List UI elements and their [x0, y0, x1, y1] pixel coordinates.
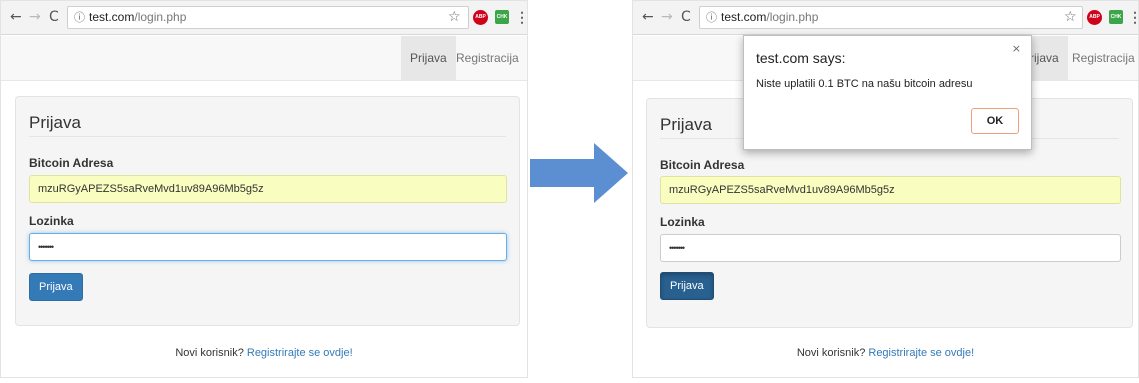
browser-toolbar: ← → C ⓘ test.com/login.php ☆ ABP CHK ⋮: [1, 1, 527, 35]
address-label: Bitcoin Adresa: [660, 158, 745, 172]
reload-icon[interactable]: C: [49, 9, 59, 25]
close-icon[interactable]: ×: [1012, 42, 1021, 55]
transition-arrow-icon: [530, 143, 628, 203]
register-link[interactable]: Registrirajte se ovdje!: [868, 347, 974, 359]
alert-message: Niste uplatili 0.1 BTC na našu bitcoin a…: [756, 78, 973, 90]
register-link[interactable]: Registrirajte se ovdje!: [247, 347, 353, 359]
password-label: Lozinka: [29, 214, 74, 228]
extension-icon[interactable]: CHK: [495, 10, 509, 24]
info-icon[interactable]: ⓘ: [706, 11, 717, 24]
bitcoin-address-input[interactable]: mzuRGyAPEZS5saRveMvd1uv89A96Mb5g5z: [660, 176, 1121, 204]
panel-title: Prijava: [29, 113, 506, 137]
alert-dialog: test.com says: × Niste uplatili 0.1 BTC …: [743, 35, 1032, 150]
back-arrow-icon[interactable]: ←: [10, 9, 22, 25]
star-icon[interactable]: ☆: [448, 9, 461, 25]
url-path: /login.php: [134, 10, 187, 24]
footer-register-prompt: Novi korisnik? Registrirajte se ovdje!: [633, 347, 1138, 359]
bitcoin-address-input[interactable]: mzuRGyAPEZS5saRveMvd1uv89A96Mb5g5z: [29, 175, 507, 203]
reload-icon[interactable]: C: [681, 9, 691, 25]
info-icon[interactable]: ⓘ: [74, 11, 85, 24]
right-browser-window: ← → C ⓘtest.com/login.php ☆ ABP CHK ⋮ ri…: [632, 0, 1139, 378]
address-bar[interactable]: ⓘ test.com/login.php: [67, 6, 469, 29]
address-label: Bitcoin Adresa: [29, 156, 114, 170]
extension-icon[interactable]: CHK: [1109, 10, 1123, 24]
browser-toolbar: ← → C ⓘ test.com/login.php ☆ ABP CHK ⋮: [633, 1, 1138, 35]
url-path: /login.php: [766, 10, 819, 24]
password-input[interactable]: •••••••: [29, 233, 507, 261]
url-host: test.com: [721, 10, 767, 24]
password-input[interactable]: •••••••: [660, 234, 1121, 262]
forward-arrow-icon[interactable]: →: [29, 9, 41, 25]
address-bar[interactable]: ⓘ test.com/login.php: [699, 6, 1083, 29]
footer-text: Novi korisnik?: [796, 347, 866, 359]
login-submit-button[interactable]: Prijava: [660, 272, 714, 300]
kebab-menu-icon[interactable]: ⋮: [1128, 9, 1138, 25]
password-label: Lozinka: [660, 215, 705, 229]
kebab-menu-icon[interactable]: ⋮: [515, 9, 527, 25]
adblock-icon[interactable]: ABP: [1087, 10, 1102, 25]
footer-text: Novi korisnik?: [175, 347, 244, 359]
login-submit-button[interactable]: Prijava: [29, 273, 83, 301]
back-arrow-icon[interactable]: ←: [642, 9, 654, 25]
alert-ok-button[interactable]: OK: [971, 108, 1019, 134]
left-browser-window: ← → C ⓘ test.com/login.php ☆ ABP CHK ⋮ Pr…: [0, 0, 528, 378]
site-navbar: Prijava Registracija: [1, 36, 527, 81]
forward-arrow-icon[interactable]: →: [661, 9, 673, 25]
url-host: test.com: [89, 10, 135, 24]
adblock-icon[interactable]: ABP: [473, 10, 488, 25]
footer-register-prompt: Novi korisnik? Registrirajte se ovdje!: [1, 347, 527, 359]
star-icon[interactable]: ☆: [1064, 9, 1077, 25]
nav-register-link[interactable]: Registracija: [1063, 36, 1138, 81]
nav-register-link[interactable]: Registracija: [447, 36, 527, 81]
alert-title: test.com says:: [756, 50, 846, 66]
login-panel: Prijava Bitcoin Adresa mzuRGyAPEZS5saRve…: [15, 96, 520, 326]
